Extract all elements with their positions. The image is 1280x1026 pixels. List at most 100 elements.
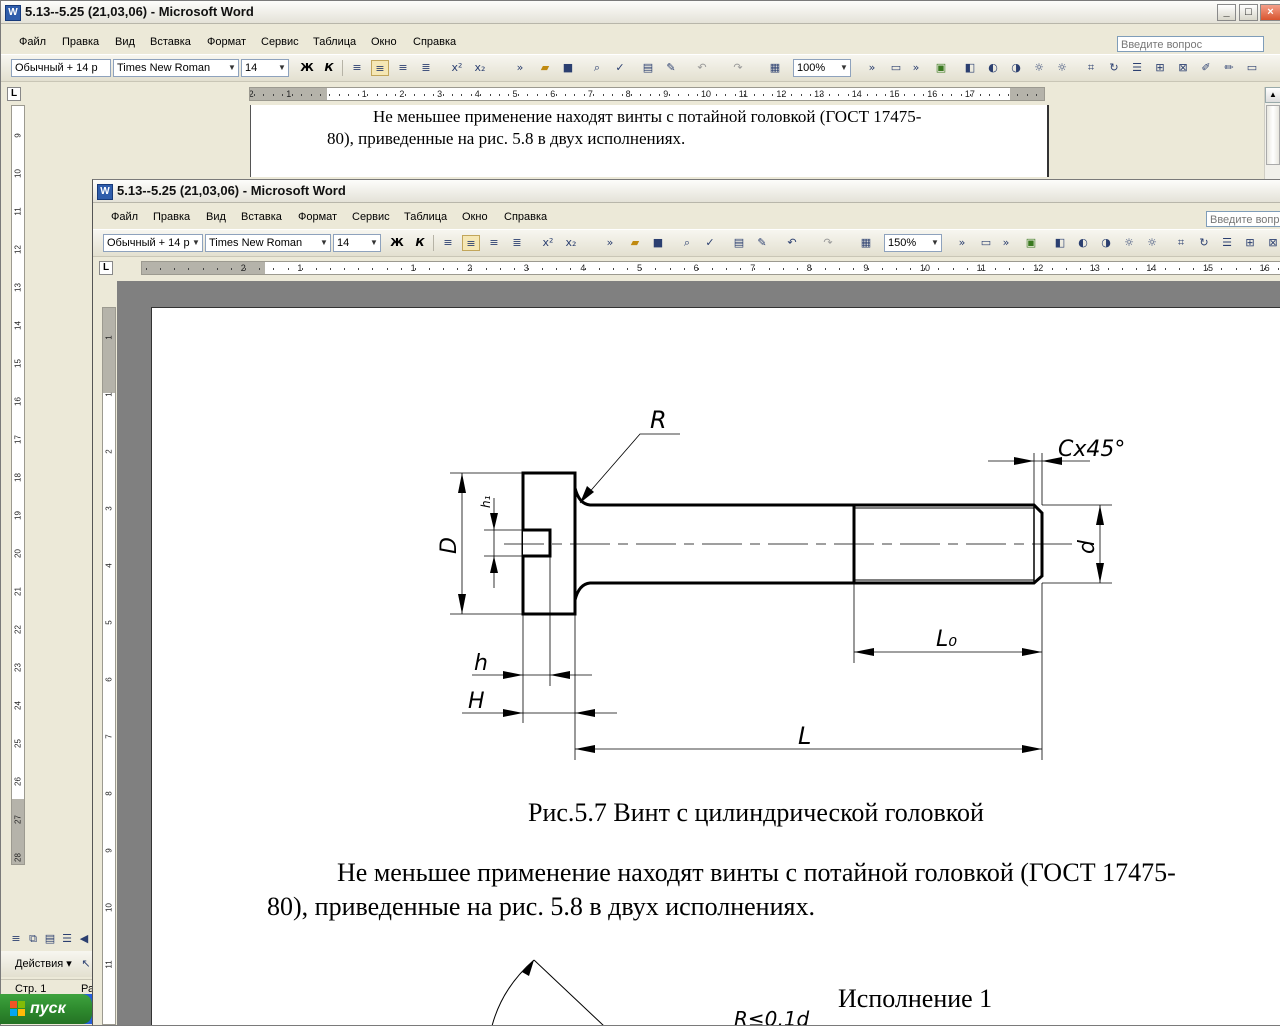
italic-icon[interactable]: К [320, 60, 338, 76]
scroll-left-icon[interactable]: ◀ [75, 931, 93, 947]
set-transparent-icon[interactable]: ✏ [1220, 60, 1238, 76]
redo-icon[interactable]: ↷ [729, 60, 747, 76]
font-combo[interactable]: Times New Roman ▼ [113, 59, 239, 77]
drawing-actions-menu[interactable]: Действия ▾ [15, 957, 72, 970]
more-brightness-icon[interactable]: ☼ [1120, 235, 1138, 251]
front-document-page[interactable]: R Cx45° D h₁ d L₀ h H L Рис.5.7 Винт с ц… [151, 307, 1280, 1025]
toolbar-overflow-icon[interactable]: » [601, 235, 619, 251]
format-painter-icon[interactable]: ✎ [662, 60, 680, 76]
brightness-icon[interactable]: ◐ [984, 60, 1002, 76]
back-title-bar[interactable]: W 5.13--5.25 (21,03,06) - Microsoft Word… [1, 1, 1280, 24]
menu-window[interactable]: Окно [462, 211, 488, 223]
chevron-down-icon[interactable]: ▼ [226, 60, 238, 76]
menu-tools[interactable]: Сервис [352, 211, 390, 223]
toolbar-overflow-icon[interactable]: » [953, 235, 971, 251]
menu-format[interactable]: Формат [298, 211, 337, 223]
print-preview-icon[interactable]: ⌕ [678, 235, 696, 251]
open-icon[interactable]: ▰ [536, 60, 554, 76]
text-wrap-icon[interactable]: ⊠ [1264, 235, 1280, 251]
textbox-icon[interactable]: ▭ [977, 235, 995, 251]
scroll-thumb[interactable] [1266, 105, 1280, 165]
subscript-icon[interactable]: x₂ [562, 235, 580, 251]
reset-picture-icon[interactable]: ▭ [1243, 60, 1261, 76]
insert-picture-icon[interactable]: ▣ [932, 60, 950, 76]
close-icon[interactable]: × [1260, 4, 1280, 21]
back-vertical-ruler[interactable]: 9 10 11 12 13 14 15 16 17 18 19 20 21 22 23 24 25 26 27 28 [11, 105, 25, 865]
line-style-icon[interactable]: ☰ [1218, 235, 1236, 251]
more-brightness-icon[interactable]: ☼ [1030, 60, 1048, 76]
outline-view-icon[interactable]: ☰ [58, 931, 76, 947]
menu-view[interactable]: Вид [115, 36, 135, 48]
print-preview-icon[interactable]: ⌕ [588, 60, 606, 76]
justify-icon[interactable]: ≣ [417, 60, 435, 76]
bold-icon[interactable]: Ж [298, 60, 316, 76]
spelling-icon[interactable]: ✓ [611, 60, 629, 76]
toolbar-overflow-icon[interactable]: » [907, 60, 925, 76]
crop-tool-icon[interactable]: ⌗ [1082, 60, 1100, 76]
scroll-up-icon[interactable]: ▲ [1265, 87, 1280, 103]
style-combo[interactable]: Обычный + 14 р ▼ [103, 234, 203, 252]
superscript-icon[interactable]: x² [448, 60, 466, 76]
web-view-icon[interactable]: ⧉ [24, 931, 42, 947]
less-brightness-icon[interactable]: ☼ [1053, 60, 1071, 76]
format-painter-icon[interactable]: ✎ [753, 235, 771, 251]
superscript-icon[interactable]: x² [539, 235, 557, 251]
rotate-icon[interactable]: ↻ [1105, 60, 1123, 76]
chevron-down-icon[interactable]: ▼ [368, 235, 380, 251]
menu-insert[interactable]: Вставка [150, 36, 191, 48]
crop-icon[interactable]: ◧ [1051, 235, 1069, 251]
format-picture-icon[interactable]: ✐ [1197, 60, 1215, 76]
help-search-input[interactable]: Введите вопр [1206, 211, 1280, 227]
front-horizontal-ruler[interactable]: 211234567891011121314151617 [141, 261, 1280, 275]
toolbar-overflow-icon[interactable]: » [863, 60, 881, 76]
front-title-bar[interactable]: W 5.13--5.25 (21,03,06) - Microsoft Word [93, 180, 1280, 203]
chevron-down-icon[interactable]: ▼ [318, 235, 330, 251]
menu-help[interactable]: Справка [504, 211, 547, 223]
undo-icon[interactable]: ↶ [693, 60, 711, 76]
paste-icon[interactable]: ▤ [730, 235, 748, 251]
crop-icon[interactable]: ◧ [961, 60, 979, 76]
menu-table[interactable]: Таблица [313, 36, 356, 48]
table-icon[interactable]: ▦ [766, 60, 784, 76]
menu-edit[interactable]: Правка [153, 211, 190, 223]
bold-icon[interactable]: Ж [388, 235, 406, 251]
normal-view-icon[interactable]: ≡ [7, 931, 25, 947]
rotate-icon[interactable]: ↻ [1195, 235, 1213, 251]
align-left-icon[interactable]: ≡ [439, 235, 457, 251]
tab-selector[interactable]: L [99, 261, 113, 275]
subscript-icon[interactable]: x₂ [471, 60, 489, 76]
text-wrap-icon[interactable]: ⊠ [1174, 60, 1192, 76]
back-horizontal-ruler[interactable]: 211234567891011121314151617 [249, 87, 1045, 101]
align-center-icon[interactable]: ≡ [371, 60, 389, 76]
save-icon[interactable]: ■ [649, 235, 667, 251]
zoom-combo[interactable]: 100% ▼ [793, 59, 851, 77]
crop-tool-icon[interactable]: ⌗ [1172, 235, 1190, 251]
size-combo[interactable]: 14 ▼ [241, 59, 289, 77]
menu-help[interactable]: Справка [413, 36, 456, 48]
menu-file[interactable]: Файл [19, 36, 46, 48]
menu-table[interactable]: Таблица [404, 211, 447, 223]
toolbar-overflow-icon[interactable]: » [511, 60, 529, 76]
align-center-icon[interactable]: ≡ [462, 235, 480, 251]
align-left-icon[interactable]: ≡ [348, 60, 366, 76]
menu-file[interactable]: Файл [111, 211, 138, 223]
textbox-icon[interactable]: ▭ [887, 60, 905, 76]
menu-format[interactable]: Формат [207, 36, 246, 48]
open-icon[interactable]: ▰ [626, 235, 644, 251]
menu-edit[interactable]: Правка [62, 36, 99, 48]
paste-icon[interactable]: ▤ [639, 60, 657, 76]
print-view-icon[interactable]: ▤ [41, 931, 59, 947]
zoom-combo[interactable]: 150% ▼ [884, 234, 942, 252]
contrast-icon[interactable]: ◑ [1007, 60, 1025, 76]
chevron-down-icon[interactable]: ▼ [190, 235, 202, 251]
menu-window[interactable]: Окно [371, 36, 397, 48]
insert-picture-icon[interactable]: ▣ [1022, 235, 1040, 251]
maximize-icon[interactable]: □ [1239, 4, 1258, 21]
screw-drawing[interactable]: R Cx45° D h₁ d L₀ h H L [422, 308, 1142, 778]
menu-view[interactable]: Вид [206, 211, 226, 223]
less-brightness-icon[interactable]: ☼ [1143, 235, 1161, 251]
tab-selector[interactable]: L [7, 87, 21, 101]
line-style-icon[interactable]: ☰ [1128, 60, 1146, 76]
back-document-page[interactable]: Не меньшее применение находят винты с по… [250, 105, 1049, 177]
align-right-icon[interactable]: ≡ [485, 235, 503, 251]
